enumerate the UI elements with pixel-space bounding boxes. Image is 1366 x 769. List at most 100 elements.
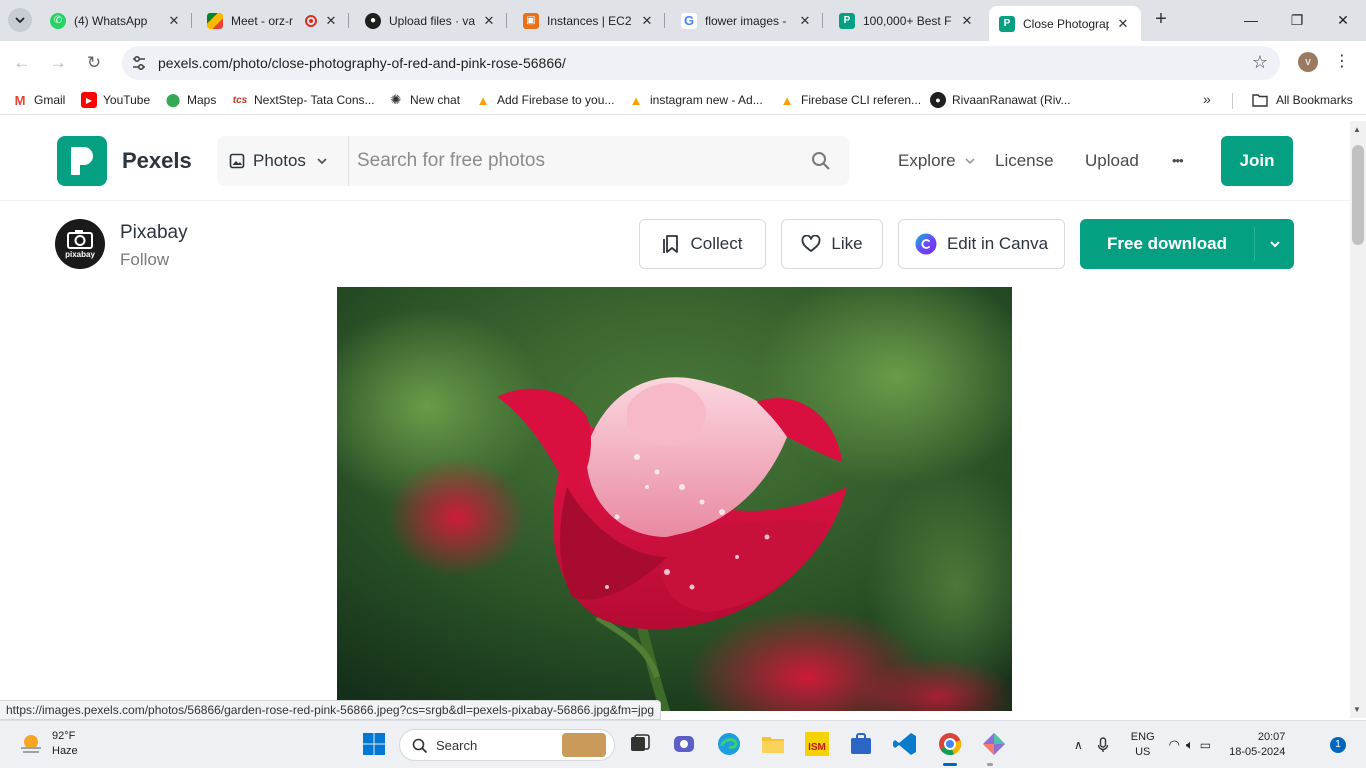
edit-in-canva-button[interactable]: Edit in Canva xyxy=(898,219,1065,269)
system-tray: ∧ ENG US ◠ 🔈︎ ▭ 20:07 18-05-2024 xyxy=(1074,721,1285,769)
download-options-dropdown[interactable] xyxy=(1255,219,1294,269)
scroll-down-icon[interactable]: ▼ xyxy=(1353,705,1361,714)
bookmark-label: instagram new - Ad... xyxy=(650,93,763,107)
chevron-down-icon xyxy=(317,158,327,165)
free-download-main[interactable]: Free download xyxy=(1080,219,1254,269)
bookmark-nextstep[interactable]: tcs NextStep- Tata Cons... xyxy=(232,91,375,109)
notification-badge[interactable]: 1 xyxy=(1330,737,1346,753)
site-header: Pexels Photos Explore License Upload •••… xyxy=(0,121,1350,201)
forward-button[interactable]: → xyxy=(44,49,72,77)
bookmark-firebase-cli[interactable]: ▲ Firebase CLI referen... xyxy=(779,91,922,109)
bookmark-star-icon[interactable]: ☆ xyxy=(1252,52,1268,73)
search-input[interactable] xyxy=(357,146,777,176)
close-icon[interactable]: ✕ xyxy=(481,13,497,29)
follow-link[interactable]: Follow xyxy=(120,250,169,270)
search-icon[interactable] xyxy=(811,151,831,171)
restore-button[interactable]: ❐ xyxy=(1274,5,1320,35)
tab-search-button[interactable] xyxy=(8,8,32,32)
search-type-dropdown[interactable]: Photos xyxy=(229,136,349,186)
language-indicator[interactable]: ENG US xyxy=(1131,730,1155,760)
bookmark-new-chat[interactable]: ✺ New chat xyxy=(388,91,460,109)
clock[interactable]: 20:07 18-05-2024 xyxy=(1229,730,1285,760)
meet-chat-icon[interactable] xyxy=(671,731,697,757)
rose-photo[interactable] xyxy=(337,287,1012,711)
aws-icon: ▣ xyxy=(523,12,539,29)
author-name[interactable]: Pixabay xyxy=(120,222,188,244)
address-bar[interactable]: pexels.com/photo/close-photography-of-re… xyxy=(122,46,1280,80)
bookmark-youtube[interactable]: ▶ YouTube xyxy=(81,91,150,109)
vscode-icon[interactable] xyxy=(892,731,918,757)
microsoft-store-icon[interactable] xyxy=(848,731,874,757)
scroll-thumb[interactable] xyxy=(1352,145,1364,245)
edge-icon[interactable] xyxy=(716,731,742,757)
tab-meet[interactable]: Meet - orz-r ✕ xyxy=(197,6,349,35)
window-close-button[interactable]: ✕ xyxy=(1320,5,1366,35)
link-status-url: https://images.pexels.com/photos/56866/g… xyxy=(0,700,662,720)
page-scrollbar[interactable]: ▲ ▼ xyxy=(1350,121,1366,718)
bookmark-add-firebase[interactable]: ▲ Add Firebase to you... xyxy=(475,91,615,109)
tab-whatsapp[interactable]: ✆ (4) WhatsApp ✕ xyxy=(40,6,192,35)
heart-icon xyxy=(802,235,821,252)
bookmark-instagram-new[interactable]: ▲ instagram new - Ad... xyxy=(628,91,763,109)
tab-close-photography[interactable]: P Close Photograp ✕ xyxy=(989,6,1141,41)
cisco-app-icon[interactable]: ISM xyxy=(804,731,830,757)
bookmark-maps[interactable]: ⬤ Maps xyxy=(165,91,217,109)
volume-icon[interactable]: 🔈︎ xyxy=(1186,737,1194,753)
tab-pexels-best[interactable]: P 100,000+ Best F ✕ xyxy=(829,6,985,35)
nav-upload[interactable]: Upload xyxy=(1085,151,1139,171)
weather-widget[interactable]: 92°F Haze xyxy=(18,729,78,759)
like-button[interactable]: Like xyxy=(781,219,883,269)
all-bookmarks[interactable]: All Bookmarks xyxy=(1252,91,1353,109)
bookmark-gmail[interactable]: M Gmail xyxy=(12,91,66,109)
tab-strip: ✆ (4) WhatsApp ✕ Meet - orz-r ✕ ● Upload… xyxy=(0,0,1366,41)
reload-button[interactable]: ↻ xyxy=(80,49,108,77)
task-view-icon[interactable] xyxy=(627,731,653,757)
windows-start-icon[interactable] xyxy=(361,731,387,757)
nav-explore[interactable]: Explore xyxy=(898,151,976,171)
close-icon[interactable]: ✕ xyxy=(323,13,339,29)
new-tab-button[interactable]: + xyxy=(1150,8,1172,32)
collect-button[interactable]: Collect xyxy=(639,219,766,269)
profile-avatar[interactable]: v xyxy=(1298,52,1318,72)
bookmark-label: New chat xyxy=(410,93,461,107)
maps-pin-icon: ⬤ xyxy=(165,92,181,107)
more-bookmarks-icon[interactable]: » xyxy=(1203,91,1211,107)
tab-label: Upload files · va xyxy=(389,13,475,28)
battery-icon[interactable]: ▭ xyxy=(1200,738,1211,752)
chrome-icon[interactable] xyxy=(937,731,963,757)
close-icon[interactable]: ✕ xyxy=(639,13,655,29)
scroll-up-icon[interactable]: ▲ xyxy=(1353,125,1361,134)
tab-label: (4) WhatsApp xyxy=(74,13,148,28)
close-icon[interactable]: ✕ xyxy=(166,13,182,29)
close-icon[interactable]: ✕ xyxy=(797,13,813,29)
more-options-icon[interactable]: ••• xyxy=(1172,153,1184,168)
canva-label: Edit in Canva xyxy=(946,234,1049,253)
show-hidden-icons-icon[interactable]: ∧ xyxy=(1074,738,1083,752)
taskbar-search[interactable]: Search xyxy=(399,729,615,761)
address-url: pexels.com/photo/close-photography-of-re… xyxy=(158,55,566,71)
brand-name[interactable]: Pexels xyxy=(122,148,192,174)
search-highlight-icon xyxy=(562,733,606,757)
tab-github-upload[interactable]: ● Upload files · va ✕ xyxy=(355,6,507,35)
wifi-icon[interactable]: ◠ xyxy=(1169,737,1180,753)
pexels-logo-icon[interactable] xyxy=(57,136,107,186)
author-avatar[interactable]: pixabay xyxy=(55,219,105,269)
join-button[interactable]: Join xyxy=(1221,136,1293,186)
firebase-icon: ▲ xyxy=(780,92,794,108)
file-explorer-icon[interactable] xyxy=(760,731,786,757)
microphone-icon[interactable] xyxy=(1097,737,1109,753)
search-type-label: Photos xyxy=(253,151,306,170)
close-icon[interactable]: ✕ xyxy=(959,13,975,29)
youtube-icon: ▶ xyxy=(81,92,97,108)
nav-license[interactable]: License xyxy=(995,151,1054,171)
chrome-menu-icon[interactable]: ⋮ xyxy=(1334,50,1350,74)
tab-aws-instances[interactable]: ▣ Instances | EC2 | ✕ xyxy=(513,6,665,35)
tab-flower-images[interactable]: G flower images - ✕ xyxy=(671,6,823,35)
site-settings-icon[interactable] xyxy=(130,54,148,72)
minimize-button[interactable]: — xyxy=(1228,5,1274,35)
bookmark-rivaan[interactable]: ● RivaanRanawat (Riv... xyxy=(930,91,1071,109)
close-icon[interactable]: ✕ xyxy=(1115,16,1131,32)
back-button[interactable]: ← xyxy=(8,49,36,77)
multicolor-app-icon[interactable] xyxy=(981,731,1007,757)
nav-explore-label: Explore xyxy=(898,151,956,170)
